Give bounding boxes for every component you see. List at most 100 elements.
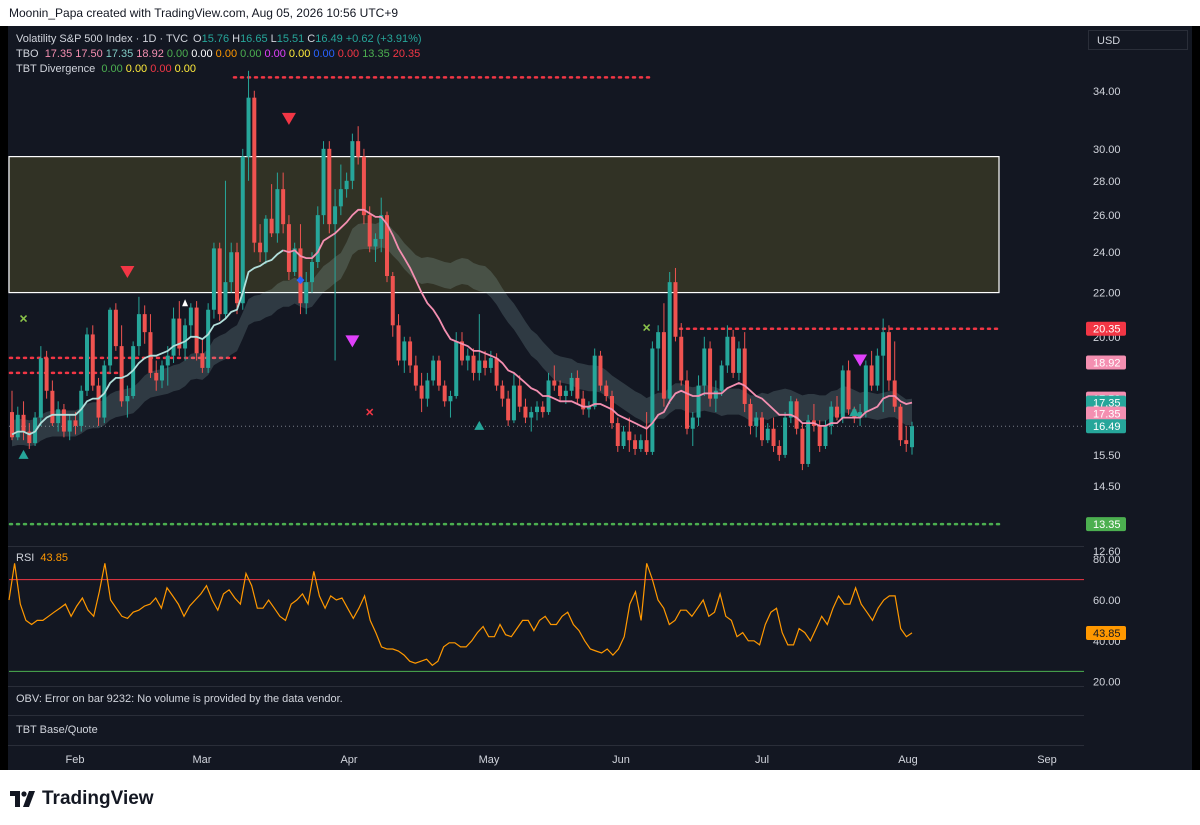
candle-body	[765, 428, 770, 441]
rsi-axis-tick: 60.00	[1093, 595, 1121, 607]
candle-body	[535, 406, 539, 413]
tbo-value-7: 0.00	[240, 48, 262, 60]
supply-zone-box	[8, 156, 1000, 294]
candle-body	[477, 360, 482, 373]
candle-body	[85, 334, 89, 391]
candle-body	[771, 428, 776, 447]
candle-body	[886, 332, 891, 381]
triangle-up-marker	[474, 420, 485, 430]
tbt-divergence-value-1: 0.00	[125, 63, 148, 75]
candle-body	[667, 282, 672, 399]
candle-body	[373, 238, 378, 247]
candle-body	[500, 385, 505, 399]
triangle-up-marker	[18, 449, 29, 459]
time-axis-tick: Mar	[193, 754, 212, 766]
tbo-value-1: 17.50	[75, 48, 103, 60]
price-axis-tick: 26.00	[1093, 210, 1121, 222]
candle-body	[206, 309, 211, 368]
candle-body	[881, 332, 886, 356]
time-axis-tick: Jul	[755, 754, 769, 766]
candle-body	[523, 406, 528, 418]
candle-body	[621, 431, 626, 447]
change-value: +0.62 (+3.91%)	[345, 33, 422, 45]
candle-body	[863, 365, 868, 413]
candle-body	[742, 348, 747, 404]
tbo-value-5: 0.00	[191, 48, 213, 60]
close-label: C	[307, 33, 316, 45]
low-value: 15.51	[276, 33, 305, 45]
tbo-legend: TBO 17.35 17.50 17.35 18.92 0.00 0.00 0.00 0.00…	[16, 48, 423, 60]
candle-body	[21, 414, 26, 432]
candle-body	[235, 252, 239, 304]
close-value: 16.49	[315, 33, 343, 45]
x-marker	[643, 324, 651, 332]
triangle-down-marker	[281, 112, 296, 125]
price-label: 13.35	[1093, 519, 1121, 531]
pane-separator-tbt[interactable]	[8, 715, 1084, 716]
currency-button[interactable]: USD	[1088, 30, 1188, 50]
candle-body	[713, 390, 718, 399]
pane-separator-obv[interactable]	[8, 686, 1084, 687]
time-axis-tick: Apr	[340, 754, 357, 766]
tbo-value-4: 0.00	[166, 48, 189, 60]
candle-body	[333, 206, 338, 225]
rsi-value-label: 43.85	[1093, 628, 1121, 640]
triangle-down-marker	[345, 335, 360, 348]
candle-body	[598, 355, 603, 386]
triangle-up-marker	[182, 299, 189, 307]
high-value: 16.65	[240, 33, 268, 45]
candle-body	[448, 396, 453, 402]
candle-body	[506, 398, 511, 421]
tradingview-logo[interactable]: TradingView	[10, 788, 154, 810]
tbo-value-10: 0.00	[313, 48, 335, 60]
tbt-divergence-value-3: 0.00	[174, 63, 197, 75]
candle-body	[563, 390, 568, 397]
candle-body	[15, 414, 20, 438]
candle-body	[56, 409, 61, 424]
tbo-value-6: 0.00	[215, 48, 238, 60]
tbo-value-12: 13.35	[362, 48, 390, 60]
candle-body	[748, 403, 753, 426]
candle-body	[454, 341, 459, 397]
candle-body	[892, 380, 897, 407]
candle-body	[160, 365, 164, 381]
candle-body	[396, 325, 401, 361]
candle-body	[413, 365, 418, 386]
candle-body	[436, 360, 441, 386]
time-axis-tick: Aug	[898, 754, 918, 766]
candle-body	[229, 252, 234, 283]
time-axis-tick: Sep	[1037, 754, 1057, 766]
candle-body	[38, 358, 43, 418]
candle-body	[367, 215, 372, 247]
candle-body	[223, 282, 228, 315]
x-marker	[366, 408, 374, 416]
open-label: O	[193, 33, 202, 45]
candle-body	[194, 307, 199, 354]
candle-body	[840, 370, 845, 418]
high-label: H	[232, 33, 241, 45]
tbo-value-3: 18.92	[136, 48, 164, 60]
candle-body	[806, 420, 811, 464]
candle-body	[511, 385, 516, 421]
open-value: 15.76	[201, 33, 230, 45]
candle-body	[188, 307, 193, 326]
candle-body	[258, 242, 263, 253]
candle-body	[846, 370, 851, 410]
candle-body	[869, 365, 874, 386]
candle-body	[275, 189, 280, 234]
candle-body	[90, 334, 95, 386]
tbo-label: TBO	[16, 48, 39, 60]
pane-separator-rsi[interactable]	[8, 546, 1084, 547]
candle-body	[904, 440, 909, 444]
candle-body	[419, 385, 424, 399]
candle-body	[361, 156, 366, 216]
main-series-legend: Volatility S&P 500 Index · 1D · TVC O15.7…	[16, 33, 425, 45]
candle-body	[685, 380, 689, 429]
symbol-title: Volatility S&P 500 Index · 1D · TVC	[16, 33, 189, 45]
candle-body	[304, 282, 309, 304]
candle-body	[281, 189, 286, 225]
candle-body	[165, 355, 170, 366]
candle-body	[442, 385, 447, 402]
candle-body	[731, 336, 736, 373]
rsi-label: RSI	[16, 552, 35, 564]
